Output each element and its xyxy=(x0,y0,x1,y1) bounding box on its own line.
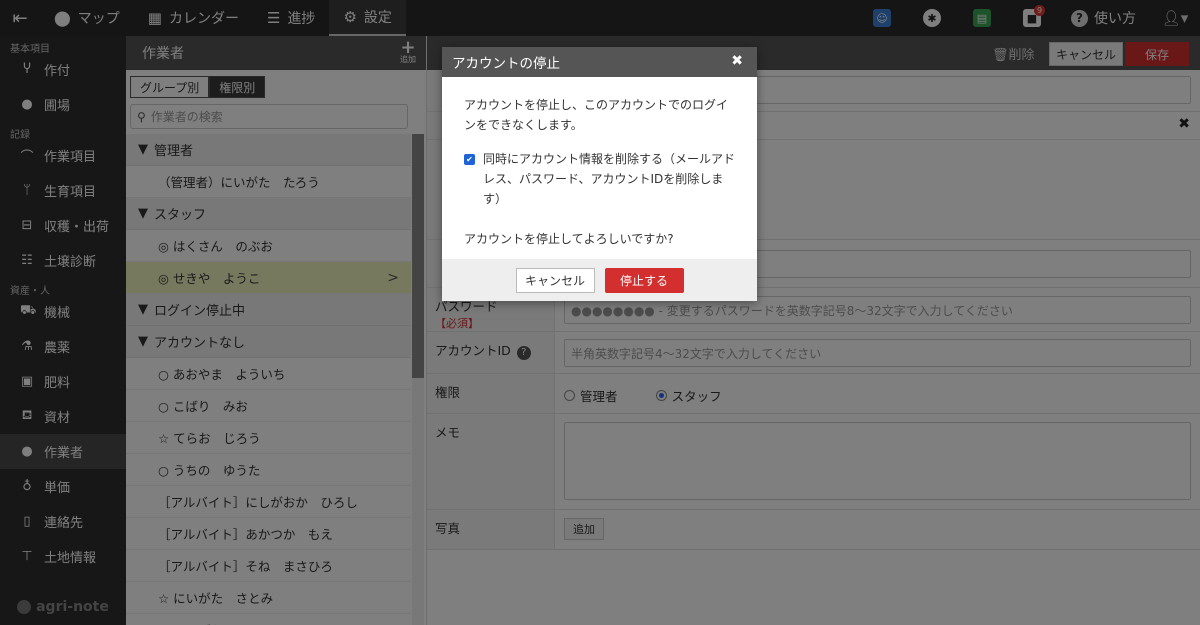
dialog-header: アカウントの停止 ✖ xyxy=(442,47,757,77)
dialog-footer: キャンセル 停止する xyxy=(442,259,757,301)
dialog-message: アカウントを停止し、このアカウントでのログインをできなくします。 xyxy=(464,98,729,132)
dialog-cancel-button[interactable]: キャンセル xyxy=(515,267,595,293)
delete-info-checkbox[interactable]: ✔ 同時にアカウント情報を削除する（メールアドレス、パスワード、アカウントIDを… xyxy=(464,149,735,209)
suspend-account-dialog: アカウントの停止 ✖ アカウントを停止し、このアカウントでのログインをできなくし… xyxy=(442,47,757,301)
dialog-body: アカウントを停止し、このアカウントでのログインをできなくします。 ✔ 同時にアカ… xyxy=(442,77,757,249)
confirm-text: アカウントを停止してよろしいですか? xyxy=(464,232,674,246)
dialog-title: アカウントの停止 xyxy=(452,56,560,72)
close-icon[interactable]: ✖ xyxy=(731,53,743,69)
stop-account-button[interactable]: 停止する xyxy=(604,267,684,293)
checkbox-checked-icon[interactable]: ✔ xyxy=(464,154,475,165)
checkbox-label: 同時にアカウント情報を削除する（メールアドレス、パスワード、アカウントIDを削除… xyxy=(483,152,736,206)
